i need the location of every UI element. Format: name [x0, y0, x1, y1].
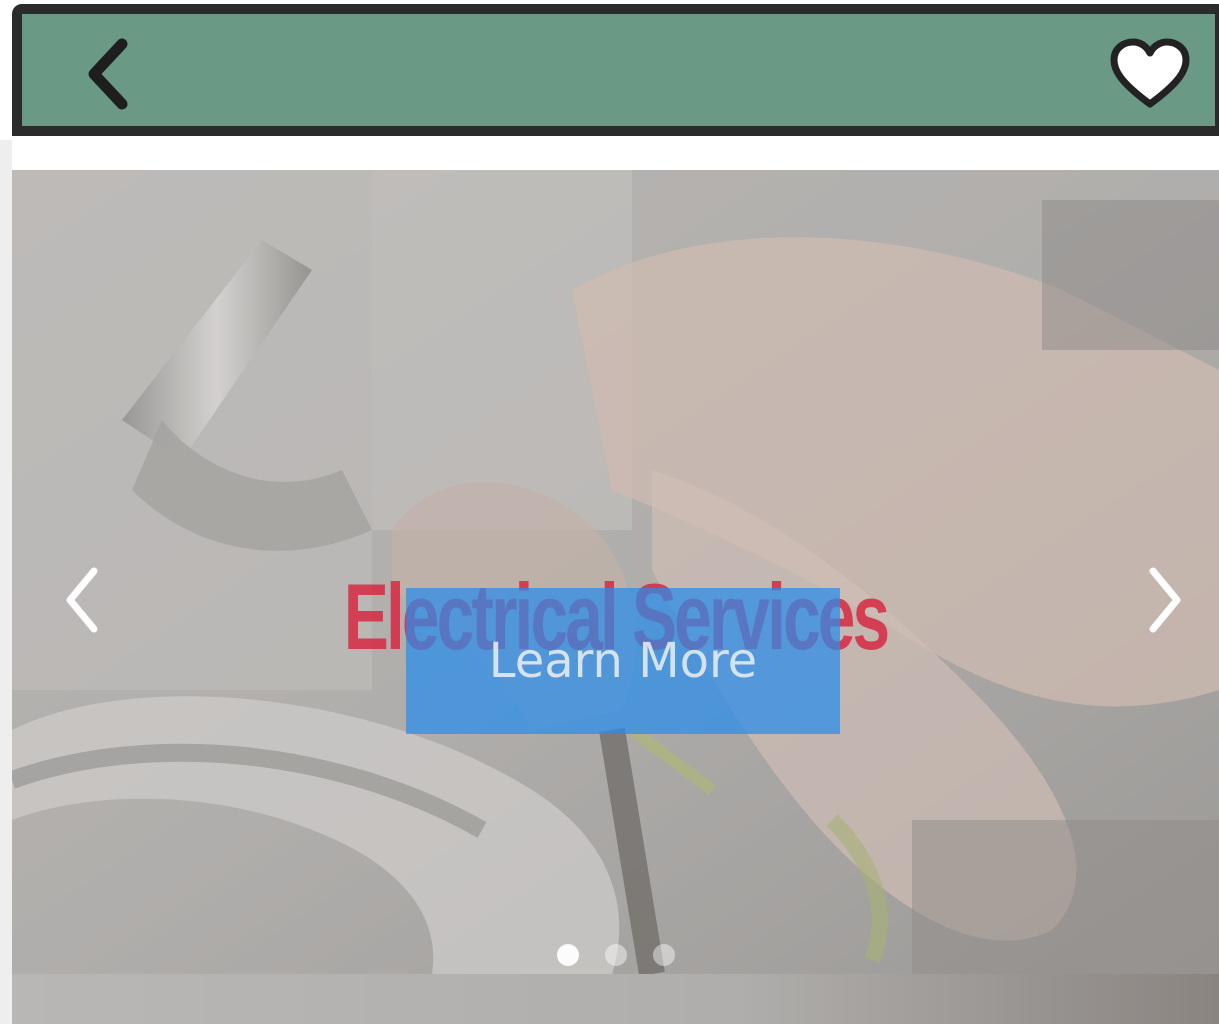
top-app-bar	[12, 4, 1219, 136]
hero-carousel[interactable]: Electrical Services Learn More	[12, 170, 1219, 974]
carousel-prev-button[interactable]	[52, 560, 112, 640]
left-gutter	[0, 140, 12, 1024]
back-button[interactable]	[72, 34, 142, 114]
favorite-button[interactable]	[1105, 32, 1195, 116]
next-section-preview	[12, 974, 1219, 1024]
carousel-dot-2[interactable]	[604, 944, 627, 966]
app-screen: Electrical Services Learn More	[0, 0, 1219, 1024]
carousel-dot-1[interactable]	[556, 944, 579, 966]
chevron-left-icon	[88, 38, 128, 110]
chevron-right-icon	[1149, 567, 1181, 633]
heart-icon	[1110, 38, 1190, 108]
chevron-left-icon	[66, 567, 98, 633]
carousel-next-button[interactable]	[1135, 560, 1195, 640]
carousel-dot-3[interactable]	[652, 944, 675, 966]
learn-more-button[interactable]: Learn More	[406, 588, 840, 734]
carousel-indicators	[12, 944, 1219, 966]
